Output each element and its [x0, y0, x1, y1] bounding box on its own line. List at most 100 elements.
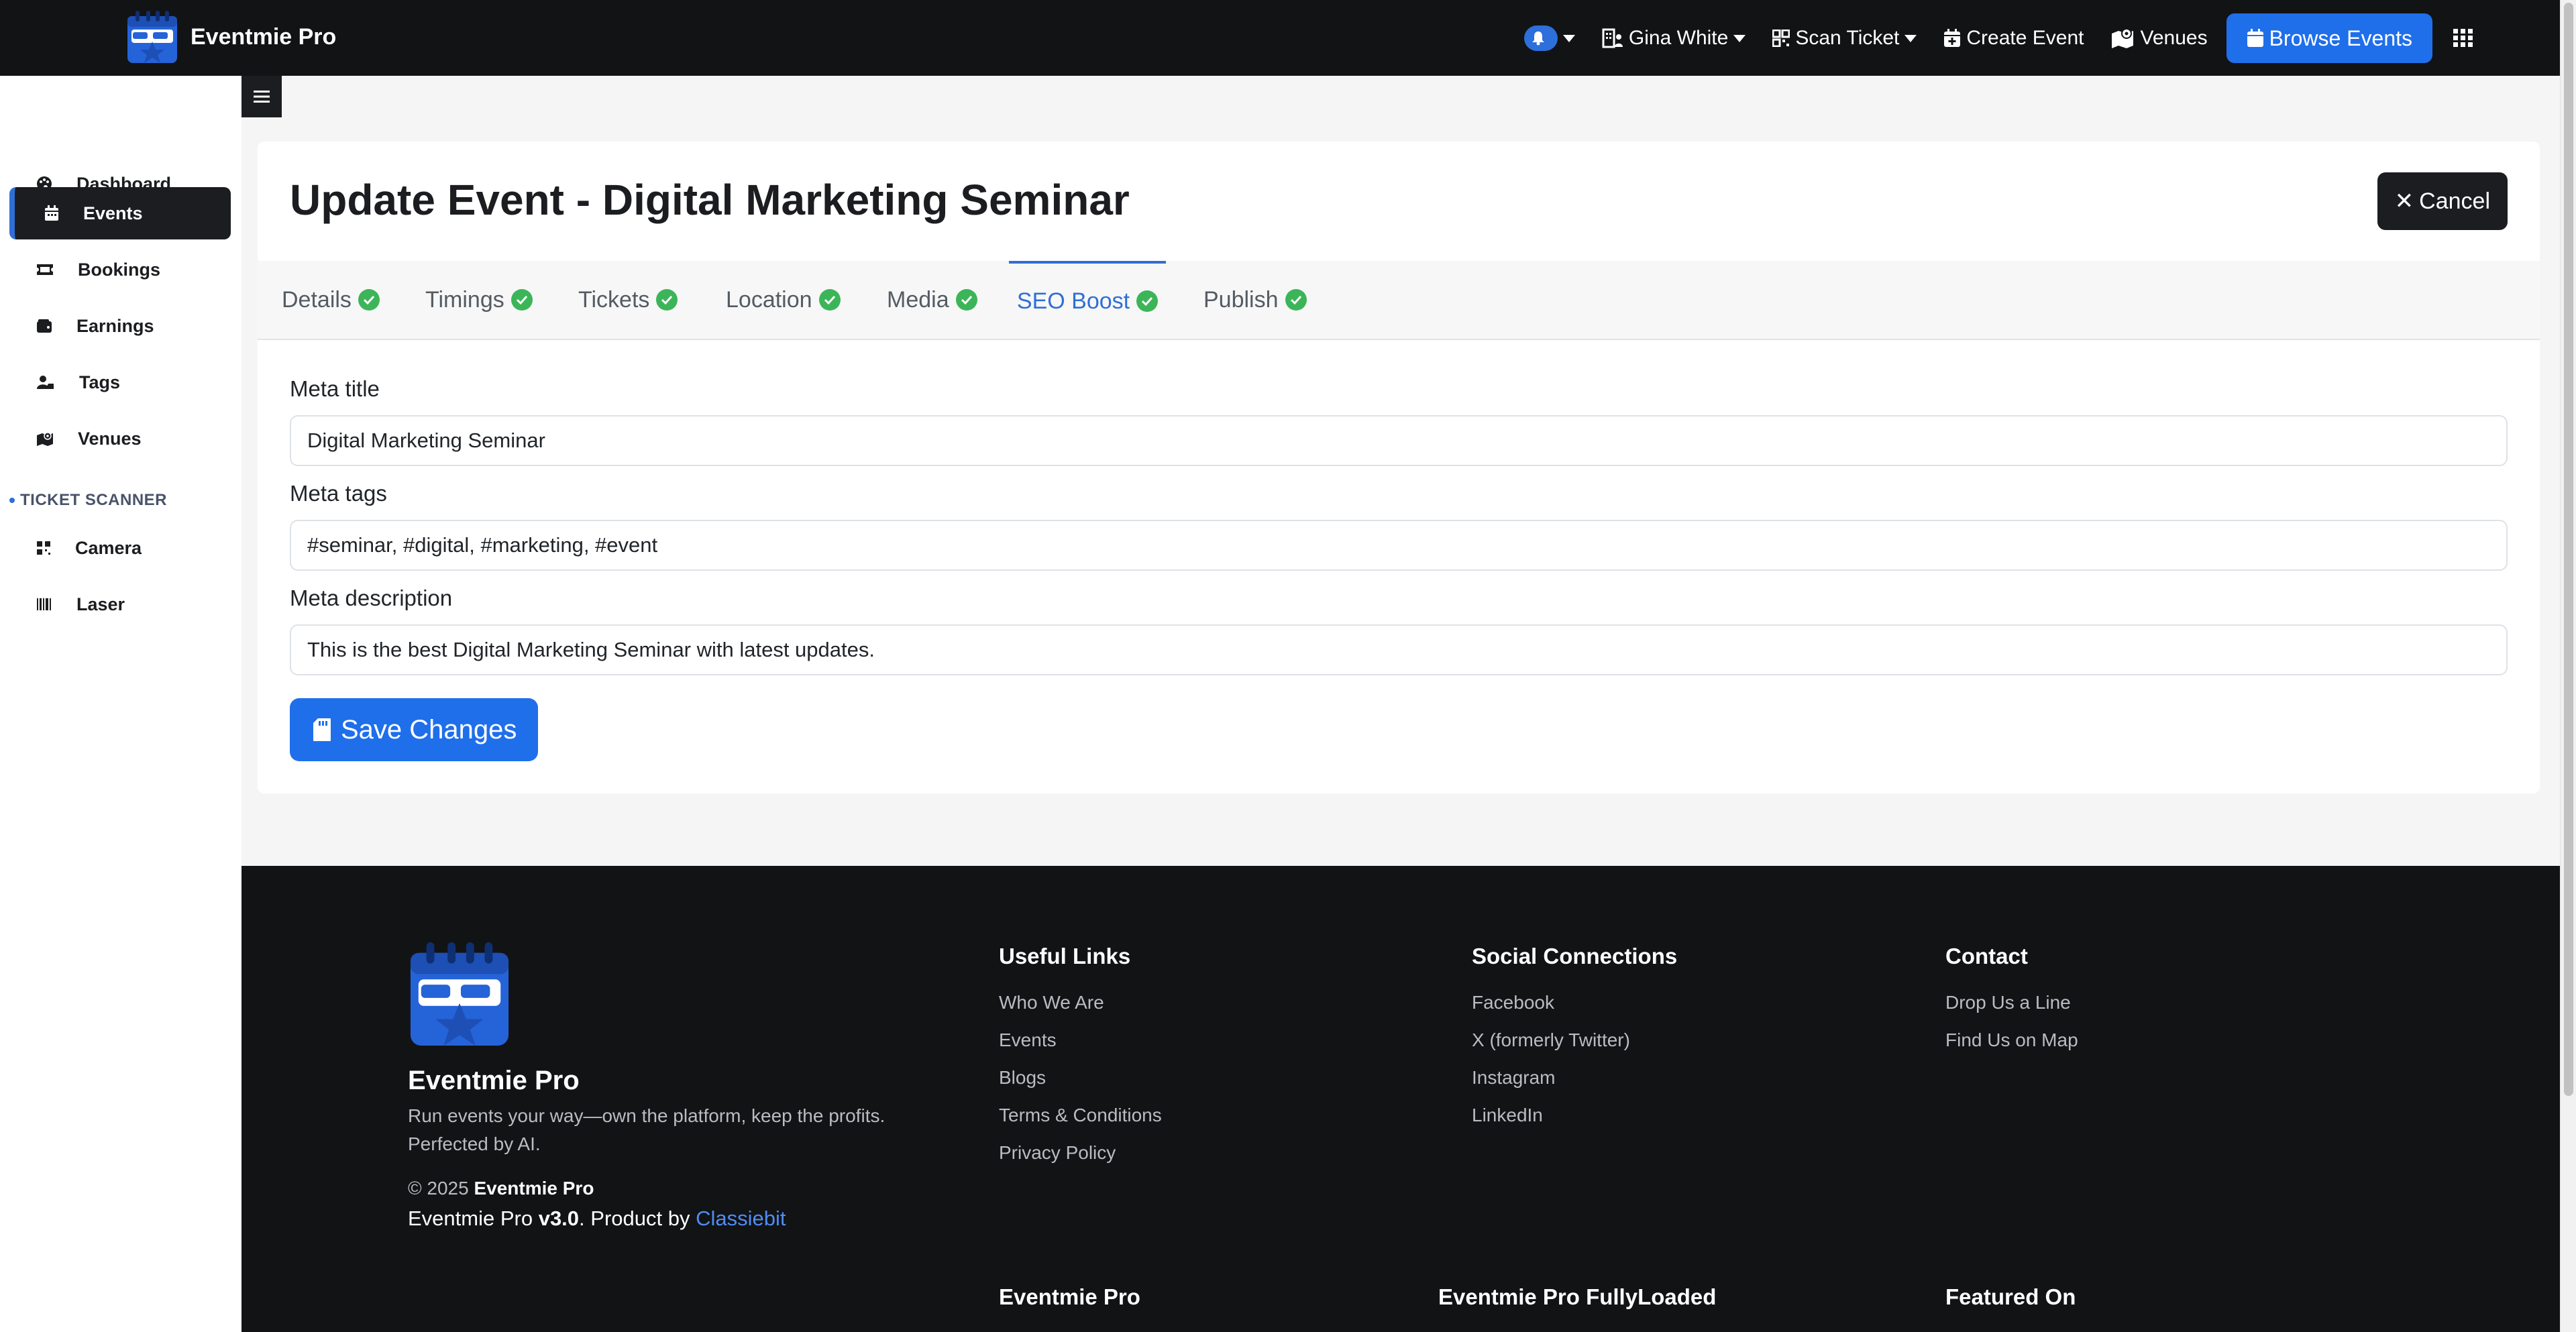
useful-links-title: Useful Links — [999, 944, 1131, 968]
sidebar-item-tags[interactable]: Tags — [9, 356, 231, 408]
sidebar: Dashboard Events Bookings Earnings Tags … — [0, 76, 241, 1332]
tab-timings[interactable]: Timings — [425, 261, 533, 339]
tab-publish[interactable]: Publish — [1203, 261, 1307, 339]
product-by: . Product by — [579, 1207, 690, 1230]
event-form-card: Update Event - Digital Marketing Seminar… — [258, 142, 2540, 793]
check-circle-icon — [1285, 289, 1307, 311]
sidebar-item-venues[interactable]: Venues — [9, 412, 231, 465]
close-icon: ✕ — [2394, 188, 2414, 214]
map-icon — [37, 432, 53, 446]
step-tabs: Details Timings Tickets Location Media S… — [258, 261, 2540, 340]
footer-link-blogs[interactable]: Blogs — [999, 1067, 1046, 1089]
tab-label: Details — [282, 286, 352, 313]
footer-link-who-we-are[interactable]: Who We Are — [999, 992, 1104, 1013]
tab-label: Media — [887, 286, 949, 313]
wallet-icon — [37, 319, 52, 333]
footer-link-facebook[interactable]: Facebook — [1472, 992, 1554, 1013]
browse-events-label: Browse Events — [2269, 25, 2412, 50]
venues-link[interactable]: Venues — [2110, 27, 2208, 50]
footer-link-privacy[interactable]: Privacy Policy — [999, 1142, 1116, 1164]
contact-title: Contact — [1945, 944, 2028, 968]
footer-link-map[interactable]: Find Us on Map — [1945, 1030, 2078, 1051]
notifications-dropdown[interactable] — [1523, 25, 1575, 51]
footer-link-linkedin[interactable]: LinkedIn — [1472, 1105, 1543, 1126]
footer-copyright: © 2025 Eventmie Pro — [408, 1178, 594, 1199]
top-nav: Gina White Scan Ticket Create Event Venu… — [1497, 13, 2479, 63]
ticket-scanner-label: TICKET SCANNER — [20, 491, 168, 509]
qrcode-icon — [37, 541, 50, 555]
apps-menu-button[interactable] — [2453, 28, 2479, 48]
meta-title-input[interactable] — [290, 415, 2508, 466]
footer-link-x[interactable]: X (formerly Twitter) — [1472, 1030, 1630, 1051]
grid-icon — [2453, 29, 2473, 47]
footer-link-drop-line[interactable]: Drop Us a Line — [1945, 992, 2071, 1013]
sidebar-item-events[interactable]: Events — [9, 187, 231, 239]
tab-label: Tickets — [578, 286, 650, 313]
sidebar-item-camera[interactable]: Camera — [9, 522, 231, 574]
tab-details[interactable]: Details — [282, 261, 380, 339]
brand-name: Eventmie Pro — [191, 23, 337, 50]
calendar-icon — [45, 205, 58, 221]
user-name: Gina White — [1628, 27, 1729, 49]
browse-events-button[interactable]: Browse Events — [2226, 13, 2432, 63]
scan-ticket-label: Scan Ticket — [1795, 27, 1900, 49]
meta-title-label: Meta title — [290, 376, 380, 401]
eventmie-logo-icon[interactable] — [408, 940, 511, 1048]
create-event-link[interactable]: Create Event — [1943, 27, 2084, 50]
tab-media[interactable]: Media — [887, 261, 977, 339]
chevron-down-icon — [1904, 34, 1917, 42]
eventmie-logo-icon — [127, 11, 177, 63]
ticket-icon — [37, 264, 53, 275]
footer: Eventmie Pro Run events your way—own the… — [241, 866, 2560, 1332]
save-changes-button[interactable]: Save Changes — [290, 698, 539, 761]
tab-tickets[interactable]: Tickets — [578, 261, 678, 339]
venues-label: Venues — [2140, 27, 2208, 49]
bullet-icon — [9, 498, 15, 503]
footer-bottom-title: Featured On — [1945, 1284, 2076, 1309]
building-user-icon — [1602, 28, 1623, 48]
ticket-scanner-heading: TICKET SCANNER — [9, 491, 167, 510]
company-link[interactable]: Classiebit — [696, 1207, 786, 1230]
cancel-label: Cancel — [2419, 188, 2490, 214]
tab-location[interactable]: Location — [726, 261, 841, 339]
sidebar-item-bookings[interactable]: Bookings — [9, 243, 231, 296]
check-circle-icon — [511, 289, 533, 311]
sidebar-item-label: Earnings — [76, 315, 154, 336]
copyright-brand: Eventmie Pro — [474, 1178, 594, 1199]
main-content: Update Event - Digital Marketing Seminar… — [241, 76, 2560, 866]
tab-label: Timings — [425, 286, 504, 313]
version-prefix: Eventmie Pro — [408, 1207, 533, 1230]
sidebar-toggle-button[interactable] — [241, 76, 282, 117]
sidebar-item-earnings[interactable]: Earnings — [9, 300, 231, 352]
check-circle-icon — [1136, 290, 1159, 312]
sd-card-icon — [313, 718, 331, 741]
meta-tags-input[interactable] — [290, 520, 2508, 571]
sidebar-item-label: Events — [83, 203, 143, 223]
footer-link-events[interactable]: Events — [999, 1030, 1057, 1051]
top-navbar: Eventmie Pro Gina White Scan Ticket Crea… — [0, 0, 2560, 76]
tab-label: Location — [726, 286, 812, 313]
check-circle-icon — [955, 289, 977, 311]
scan-ticket-dropdown[interactable]: Scan Ticket — [1772, 27, 1917, 50]
sidebar-item-label: Camera — [75, 537, 142, 558]
footer-version: Eventmie Pro v3.0. Product by Classiebit — [408, 1207, 786, 1231]
footer-link-instagram[interactable]: Instagram — [1472, 1067, 1556, 1089]
cancel-button[interactable]: ✕ Cancel — [2377, 172, 2508, 230]
tab-seo-boost[interactable]: SEO Boost — [1009, 261, 1166, 339]
sidebar-item-label: Tags — [79, 372, 121, 392]
sidebar-item-laser[interactable]: Laser — [9, 578, 231, 630]
version-number: v3.0 — [538, 1207, 580, 1230]
page-scrollbar[interactable] — [2560, 0, 2576, 1332]
footer-link-terms[interactable]: Terms & Conditions — [999, 1105, 1162, 1126]
calendar-icon — [2247, 29, 2263, 47]
meta-description-input[interactable] — [290, 624, 2508, 675]
scrollbar-thumb[interactable] — [2564, 3, 2573, 1096]
user-dropdown[interactable]: Gina White — [1602, 27, 1746, 50]
brand[interactable]: Eventmie Pro — [126, 9, 336, 64]
sidebar-item-label: Bookings — [78, 259, 161, 280]
map-location-icon — [2112, 28, 2134, 48]
qrcode-icon — [1772, 30, 1790, 47]
sidebar-item-label: Venues — [78, 428, 142, 449]
social-connections-title: Social Connections — [1472, 944, 1678, 968]
check-circle-icon — [818, 289, 841, 311]
